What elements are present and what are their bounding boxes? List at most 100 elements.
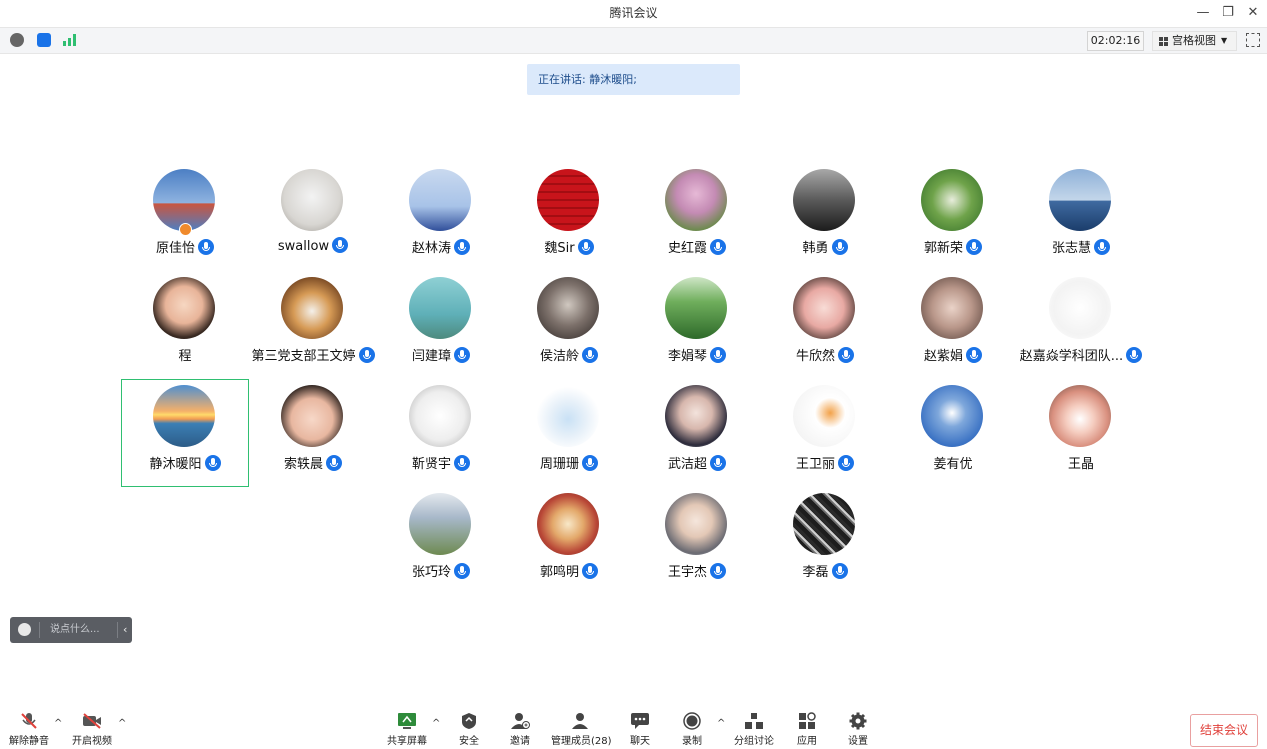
end-meeting-button[interactable]: 结束会议 [1190, 714, 1258, 747]
participant-tile[interactable]: 第三党支部王文婷 [249, 277, 377, 387]
breakout-button[interactable]: 分组讨论 [733, 712, 775, 747]
minimize-icon[interactable]: — [1193, 4, 1213, 22]
meeting-toolbar: 02:02:16 宫格视图 ▼ [0, 27, 1267, 54]
participant-tile[interactable]: 韩勇 [761, 169, 889, 279]
participant-tile[interactable]: 靳贤宇 [377, 385, 505, 495]
chat-quick-input[interactable]: 说点什么... ‹ [10, 617, 132, 643]
start-video-label: 开启视频 [72, 736, 112, 747]
invite-button[interactable]: 邀请 [507, 712, 533, 747]
mic-icon [1126, 347, 1143, 363]
participant-name: 武洁超 [667, 457, 707, 472]
avatar [793, 277, 855, 339]
participant-tile[interactable]: 赵紫娟 [889, 277, 1017, 387]
participant-name-line: 李磊 [741, 561, 909, 580]
chat-placeholder[interactable]: 说点什么... [50, 617, 100, 643]
signal-icon[interactable] [63, 34, 77, 46]
chevron-down-icon: ▼ [1221, 36, 1228, 45]
mic-icon [966, 347, 982, 363]
security-label: 安全 [459, 736, 479, 747]
mic-icon [326, 455, 342, 471]
mic-icon [204, 455, 221, 471]
participant-name: 张志慧 [1051, 241, 1091, 256]
avatar [665, 277, 727, 339]
divider [39, 622, 40, 638]
share-screen-button[interactable]: 共享屏幕 [386, 712, 428, 747]
manage-members-button[interactable]: 管理成员(28) [551, 712, 612, 747]
unmute-label: 解除静音 [9, 736, 49, 747]
participant-tile[interactable]: 王宇杰 [633, 493, 761, 603]
record-options-caret-icon[interactable]: ^ [717, 718, 725, 729]
record-button[interactable]: 录制 [679, 712, 705, 747]
security-shield-icon[interactable] [37, 33, 51, 47]
participant-tile[interactable]: 张巧玲 [377, 493, 505, 603]
participant-tile[interactable]: swallow [249, 169, 377, 279]
participant-name: 郭新荣 [923, 241, 963, 256]
participant-tile[interactable]: 赵嘉焱学科团队... [1017, 277, 1145, 387]
participant-tile[interactable]: 郭新荣 [889, 169, 1017, 279]
participant-tile[interactable]: 赵林涛 [377, 169, 505, 279]
participant-name: 张巧玲 [411, 565, 451, 580]
participant-tile[interactable]: 魏Sir [505, 169, 633, 279]
avatar [921, 169, 983, 231]
participant-tile[interactable]: 王晶 [1017, 385, 1145, 495]
avatar [409, 169, 471, 231]
divider [117, 622, 118, 638]
fullscreen-icon[interactable] [1246, 33, 1260, 47]
participant-tile[interactable]: 郭鸣明 [505, 493, 633, 603]
participant-tile[interactable]: 张志慧 [1017, 169, 1145, 279]
participant-tile[interactable]: 索轶晨 [249, 385, 377, 495]
emoji-icon[interactable] [18, 623, 31, 636]
window-title: 腾讯会议 [609, 6, 658, 20]
avatar [793, 385, 855, 447]
manage-members-label: 管理成员(28) [551, 736, 612, 747]
mic-icon [710, 347, 726, 363]
grid-view-icon [1159, 37, 1168, 46]
avatar [921, 385, 983, 447]
chat-button[interactable]: 聊天 [627, 712, 653, 747]
mic-icon [710, 455, 726, 471]
participant-tile[interactable]: 王卫丽 [761, 385, 889, 495]
speaking-indicator: 正在讲话: 静沐暖阳; [527, 64, 740, 95]
share-screen-label: 共享屏幕 [387, 736, 427, 747]
participant-tile[interactable]: 李磊 [761, 493, 889, 603]
info-icon[interactable] [10, 33, 24, 47]
mic-muted-icon [21, 713, 37, 729]
breakout-rooms-icon [745, 713, 763, 729]
start-video-button[interactable]: 开启视频 [70, 712, 114, 747]
participant-tile[interactable]: 闫建璋 [377, 277, 505, 387]
security-button[interactable]: 安全 [456, 712, 482, 747]
unmute-button[interactable]: 解除静音 [9, 712, 49, 747]
audio-options-caret-icon[interactable]: ^ [54, 718, 62, 729]
participant-tile[interactable]: 侯洁舲 [505, 277, 633, 387]
participant-name: swallow [277, 239, 330, 254]
video-options-caret-icon[interactable]: ^ [118, 718, 126, 729]
participant-tile[interactable]: 牛欣然 [761, 277, 889, 387]
camera-off-icon [83, 713, 101, 729]
participant-tile[interactable]: 原佳怡 [121, 169, 249, 279]
participant-name: 索轶晨 [283, 457, 323, 472]
avatar [1049, 277, 1111, 339]
view-mode-button[interactable]: 宫格视图 ▼ [1152, 31, 1237, 51]
participant-name: 侯洁舲 [539, 349, 579, 364]
participant-tile[interactable]: 武洁超 [633, 385, 761, 495]
share-options-caret-icon[interactable]: ^ [432, 718, 440, 729]
participant-tile[interactable]: 史红霞 [633, 169, 761, 279]
collapse-chevron-icon[interactable]: ‹ [123, 617, 127, 643]
apps-button[interactable]: 应用 [794, 712, 820, 747]
mic-icon [454, 239, 470, 255]
participant-tile[interactable]: 程 [121, 277, 249, 387]
mic-icon [454, 455, 470, 471]
participant-name: 王卫丽 [795, 457, 835, 472]
record-label: 录制 [682, 736, 702, 747]
participant-name: 闫建璋 [411, 349, 451, 364]
participant-tile[interactable]: 李娟琴 [633, 277, 761, 387]
participant-name: 赵紫娟 [923, 349, 963, 364]
restore-icon[interactable]: ❐ [1218, 4, 1238, 22]
close-icon[interactable]: ✕ [1243, 4, 1263, 22]
settings-button[interactable]: 设置 [845, 712, 871, 747]
participant-tile[interactable]: 周珊珊 [505, 385, 633, 495]
participant-tile[interactable]: 姜有优 [889, 385, 1017, 495]
title-bar: 腾讯会议 — ❐ ✕ [0, 0, 1267, 27]
mic-icon [582, 347, 598, 363]
participant-name: 周珊珊 [539, 457, 579, 472]
